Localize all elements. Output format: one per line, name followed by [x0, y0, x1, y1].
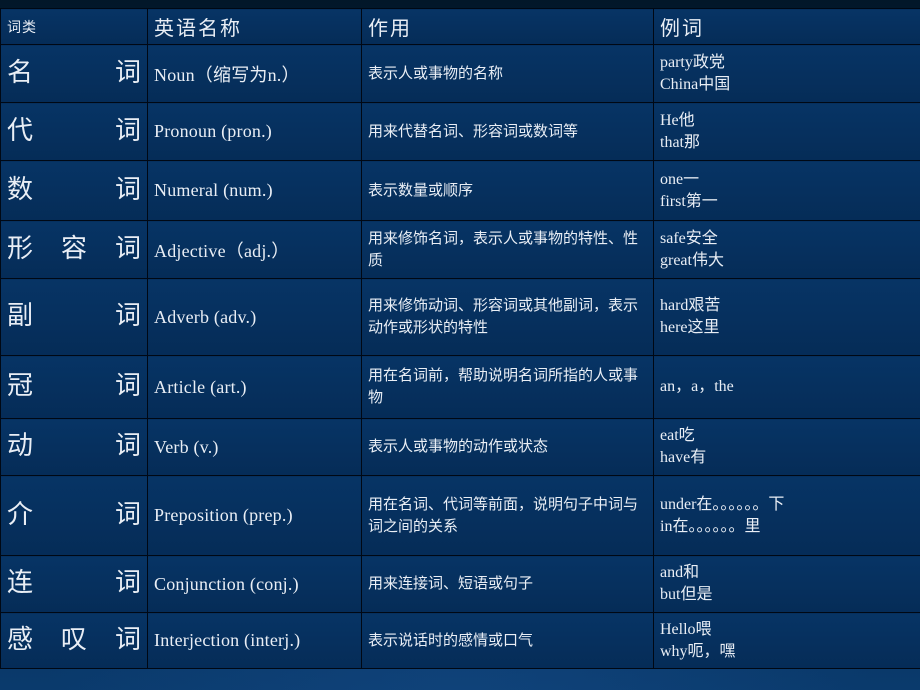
- example-line: hard艰苦: [660, 297, 721, 315]
- word-type-label: 名 词: [7, 57, 141, 88]
- cell-examples: eat吃 have有: [653, 418, 920, 476]
- word-class-table: 词类 英语名称 作用 例词 名 词 Noun（缩写为n.） 表示人或事物的名称 …: [0, 8, 920, 669]
- word-type-label: 数 词: [7, 174, 141, 205]
- cell-word-type: 数 词: [0, 160, 148, 221]
- example-line: He他: [660, 111, 695, 129]
- cell-english-name: Noun（缩写为n.）: [147, 44, 362, 103]
- cell-role: 用来修饰动词、形容词或其他副词，表示动作或形状的特性: [361, 278, 654, 356]
- cell-role: 用来代替名词、形容词或数词等: [361, 102, 654, 161]
- cell-english-name: Adjective（adj.）: [147, 220, 362, 279]
- word-type-label: 感 叹 词: [7, 624, 141, 655]
- cell-examples: one一 first第一: [653, 160, 920, 221]
- cell-word-type: 副 词: [0, 278, 148, 356]
- example-line: and和: [660, 564, 700, 582]
- cell-english-name: Verb (v.): [147, 418, 362, 476]
- cell-examples: He他 that那: [653, 102, 920, 161]
- table-row: 冠 词 Article (art.) 用在名词前，帮助说明名词所指的人或事物 a…: [0, 355, 920, 419]
- example-line: have有: [660, 449, 707, 466]
- example-line: party政党: [660, 53, 725, 71]
- word-type-label: 动 词: [7, 431, 141, 462]
- cell-english-name: Conjunction (conj.): [147, 555, 362, 613]
- cell-word-type: 感 叹 词: [0, 612, 148, 669]
- example-line: Hello喂: [660, 620, 712, 638]
- cell-english-name: Numeral (num.): [147, 160, 362, 221]
- cell-english-name: Pronoun (pron.): [147, 102, 362, 161]
- cell-english-name: Interjection (interj.): [147, 612, 362, 669]
- cell-english-name: Article (art.): [147, 355, 362, 419]
- example-line: why呃，嘿: [660, 642, 736, 660]
- example-line: first第一: [660, 192, 718, 210]
- word-type-label: 连 词: [7, 568, 141, 599]
- example-line: eat吃: [660, 427, 695, 445]
- cell-english-name: Adverb (adv.): [147, 278, 362, 356]
- cell-examples: hard艰苦 here这里: [653, 278, 920, 356]
- example-line: but但是: [660, 586, 713, 603]
- cell-word-type: 连 词: [0, 555, 148, 613]
- cell-english-name: Preposition (prep.): [147, 475, 362, 556]
- word-type-label: 副 词: [7, 301, 141, 332]
- slide-canvas: 词类 英语名称 作用 例词 名 词 Noun（缩写为n.） 表示人或事物的名称 …: [0, 0, 920, 690]
- table-row: 代 词 Pronoun (pron.) 用来代替名词、形容词或数词等 He他 t…: [0, 102, 920, 161]
- example-line: here这里: [660, 319, 720, 336]
- cell-role: 用在名词、代词等前面，说明句子中词与词之间的关系: [361, 475, 654, 556]
- cell-role: 表示数量或顺序: [361, 160, 654, 221]
- word-type-label: 代 词: [7, 115, 141, 146]
- cell-role: 用在名词前，帮助说明名词所指的人或事物: [361, 355, 654, 419]
- cell-word-type: 名 词: [0, 44, 148, 103]
- cell-examples: an，a，the: [653, 355, 920, 419]
- cell-examples: Hello喂 why呃，嘿: [653, 612, 920, 669]
- example-line: great伟大: [660, 251, 724, 269]
- table-row: 名 词 Noun（缩写为n.） 表示人或事物的名称 party政党 China中…: [0, 44, 920, 103]
- word-type-label: 介 词: [7, 499, 141, 530]
- table-row: 副 词 Adverb (adv.) 用来修饰动词、形容词或其他副词，表示动作或形…: [0, 278, 920, 356]
- table-row: 连 词 Conjunction (conj.) 用来连接词、短语或句子 and和…: [0, 555, 920, 613]
- cell-examples: safe安全 great伟大: [653, 220, 920, 279]
- cell-examples: under在。。。。。。下 in在。。。。。。里: [653, 475, 920, 556]
- cell-examples: and和 but但是: [653, 555, 920, 613]
- example-line: that那: [660, 133, 700, 151]
- table-row: 介 词 Preposition (prep.) 用在名词、代词等前面，说明句子中…: [0, 475, 920, 556]
- cell-word-type: 介 词: [0, 475, 148, 556]
- example-line: safe安全: [660, 229, 718, 247]
- example-line: in在。。。。。。里: [660, 517, 761, 535]
- example-line: an，a，the: [660, 378, 734, 396]
- example-line: one一: [660, 170, 700, 188]
- cell-word-type: 冠 词: [0, 355, 148, 419]
- cell-role: 用来连接词、短语或句子: [361, 555, 654, 613]
- cell-role: 表示人或事物的名称: [361, 44, 654, 103]
- cell-role: 表示人或事物的动作或状态: [361, 418, 654, 476]
- word-type-label: 冠 词: [7, 371, 141, 402]
- cell-word-type: 动 词: [0, 418, 148, 476]
- word-type-label: 形 容 词: [7, 233, 141, 264]
- table-row: 数 词 Numeral (num.) 表示数量或顺序 one一 first第一: [0, 160, 920, 221]
- example-line: China中国: [660, 75, 731, 93]
- column-header-english-name: 英语名称: [147, 8, 362, 45]
- cell-word-type: 代 词: [0, 102, 148, 161]
- cell-examples: party政党 China中国: [653, 44, 920, 103]
- table-header-row: 词类 英语名称 作用 例词: [0, 8, 920, 45]
- column-header-role: 作用: [361, 8, 654, 45]
- column-header-type: 词类: [0, 8, 148, 45]
- cell-role: 表示说话时的感情或口气: [361, 612, 654, 669]
- column-header-example: 例词: [653, 8, 920, 45]
- table-row: 动 词 Verb (v.) 表示人或事物的动作或状态 eat吃 have有: [0, 418, 920, 476]
- table-row: 形 容 词 Adjective（adj.） 用来修饰名词，表示人或事物的特性、性…: [0, 220, 920, 279]
- table-row: 感 叹 词 Interjection (interj.) 表示说话时的感情或口气…: [0, 612, 920, 669]
- cell-word-type: 形 容 词: [0, 220, 148, 279]
- example-line: under在。。。。。。下: [660, 495, 785, 513]
- cell-role: 用来修饰名词，表示人或事物的特性、性质: [361, 220, 654, 279]
